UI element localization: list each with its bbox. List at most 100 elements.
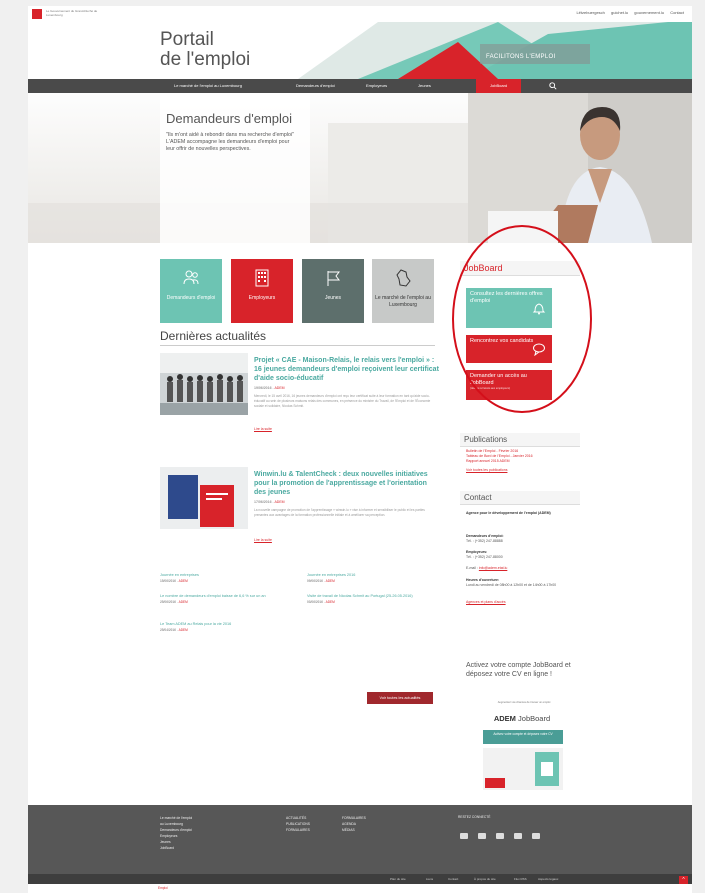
contact-employers: Employeurs: Tél. : (+352) 247-88000 xyxy=(466,550,581,560)
footer-col-1: Le marché de l'emploi au Luxembourg Dema… xyxy=(160,815,192,851)
contact-email: E-mail : info@adem.etat.lu xyxy=(466,566,581,571)
bottom-logo[interactable]: Emploi xyxy=(158,886,168,890)
publications-title: Publications xyxy=(460,433,580,447)
agencies-link[interactable]: Agences et plans d'accès xyxy=(466,600,506,604)
main-nav: Le marché de l'emploi au Luxembourg Dema… xyxy=(28,79,692,93)
tile-employeurs[interactable]: Employeurs xyxy=(231,259,293,323)
page: Le Gouvernement du Grand-Duché de Luxemb… xyxy=(28,6,692,893)
article-body: La nouvelle campagne de promotion de l'a… xyxy=(254,508,425,517)
news-item-date: 25/06/2016 - ADEM xyxy=(160,600,188,604)
contact-email-link[interactable]: info@adem.etat.lu xyxy=(479,566,507,570)
contact-agency-name: Agence pour le développement de l'emploi… xyxy=(466,511,551,515)
highlight-circle xyxy=(452,225,592,413)
rss-icon[interactable] xyxy=(532,833,540,839)
article-tag[interactable]: ADEM xyxy=(274,386,284,390)
linkedin-icon[interactable] xyxy=(514,833,522,839)
nav-item-demandeurs[interactable]: Demandeurs d'emploi xyxy=(296,79,335,93)
hero-panel: Demandeurs d'emploi "Ils m'ont aidé à re… xyxy=(160,93,310,243)
top-link-gouvernement[interactable]: gouvernement.lu xyxy=(634,10,664,15)
publication-link[interactable]: Rapport annuel 2015 ADEM xyxy=(466,459,581,464)
header-tagline: FACILITONS L'EMPLOI xyxy=(486,54,556,60)
tile-label: Jeunes xyxy=(324,295,342,301)
site-title-line1: Portail xyxy=(160,29,214,50)
hero-banner: Demandeurs d'emploi "Ils m'ont aidé à re… xyxy=(28,93,692,243)
header-decoration xyxy=(298,22,692,79)
article-title-winwin[interactable]: Winwin.lu & TalentCheck : deux nouvelles… xyxy=(254,470,439,497)
top-link-contact[interactable]: Contact xyxy=(670,10,684,15)
search-icon[interactable] xyxy=(549,82,557,90)
facebook-icon[interactable] xyxy=(478,833,486,839)
news-item[interactable]: Journée en entreprises 15/06/2016 - ADEM xyxy=(160,572,280,584)
legal-link[interactable]: Aspects légaux xyxy=(538,877,558,881)
contact-agencies: Agences et plans d'accès xyxy=(466,600,581,605)
nav-item-jobboard[interactable]: JobBoard xyxy=(476,79,522,93)
article-date-value: 19/06/2016 xyxy=(254,386,272,390)
hero-text: "Ils m'ont aidé à rebondir dans ma reche… xyxy=(166,132,294,152)
government-name: Le Gouvernement du Grand-Duché de Luxemb… xyxy=(46,9,98,17)
article-body: Mercredi, le 15 avril 2016, 16 jeunes de… xyxy=(254,394,431,408)
site-footer: Le marché de l'emploi au Luxembourg Dema… xyxy=(28,805,692,874)
news-item-tag[interactable]: ADEM xyxy=(326,600,335,604)
news-item-tag[interactable]: ADEM xyxy=(179,579,188,583)
nav-item-jeunes[interactable]: Jeunes xyxy=(418,79,431,93)
article-photo-winwin[interactable] xyxy=(160,467,248,529)
article-title-cae[interactable]: Projet « CAE - Maison-Relais, le relais … xyxy=(254,356,439,383)
read-more-link[interactable]: Lire la suite xyxy=(254,538,272,542)
top-link-letzebuergesch[interactable]: Lëtzebuergesch xyxy=(576,10,604,15)
news-item-tag[interactable]: ADEM xyxy=(179,628,188,632)
news-item[interactable]: Journée en entreprises 2016 09/06/2016 -… xyxy=(307,572,427,584)
article-date: 17/06/2016 - ADEM xyxy=(254,500,285,504)
article-date-value: 17/06/2016 xyxy=(254,500,272,504)
tile-marche[interactable]: Le marché de l'emploi au Luxembourg xyxy=(372,259,434,323)
adem-jobboard-logo[interactable]: ADEM JobBoard xyxy=(474,714,570,723)
twitter-icon[interactable] xyxy=(460,833,468,839)
site-title[interactable]: Portail de l'emploi xyxy=(160,30,250,70)
logo-rest: JobBoard xyxy=(518,714,551,723)
nav-item-employeurs[interactable]: Employeurs xyxy=(366,79,387,93)
news-item-date-value: 15/06/2016 xyxy=(160,579,176,583)
tile-jeunes[interactable]: Jeunes xyxy=(302,259,364,323)
news-item-tag[interactable]: ADEM xyxy=(326,579,335,583)
follow-title: RESTEZ CONNECTÉ xyxy=(458,815,491,819)
footer-link[interactable]: FORMULAIRES xyxy=(286,827,310,833)
promo-title[interactable]: Activez votre compte JobBoard et déposez… xyxy=(466,661,578,679)
top-link-guichet[interactable]: guichet.lu xyxy=(611,10,628,15)
news-item[interactable]: Le nombre de demandeurs d'emploi baisse … xyxy=(160,593,280,605)
news-item-tag[interactable]: ADEM xyxy=(179,600,188,604)
tile-label: Employeurs xyxy=(248,295,276,301)
tile-demandeurs[interactable]: Demandeurs d'emploi xyxy=(160,259,222,323)
legal-link[interactable]: Contact xyxy=(448,877,458,881)
read-more-link[interactable]: Lire la suite xyxy=(254,427,272,431)
legal-link[interactable]: Plan du site xyxy=(390,877,406,881)
youtube-icon[interactable] xyxy=(496,833,504,839)
legal-link[interactable]: Flux RSS xyxy=(514,877,527,881)
government-logo-icon[interactable] xyxy=(32,9,42,19)
article-photo-cae[interactable] xyxy=(160,353,248,415)
contact-label: E-mail : xyxy=(466,566,478,570)
contact-label: Demandeurs d'emploi: xyxy=(466,534,504,538)
footer-link[interactable]: MÉDIAS xyxy=(342,827,366,833)
news-item-date: 09/06/2016 - ADEM xyxy=(307,579,335,583)
tile-label: Demandeurs d'emploi xyxy=(166,295,216,301)
nav-item-marche[interactable]: Le marché de l'emploi au Luxembourg xyxy=(174,79,242,93)
site-header: Portail de l'emploi FACILITONS L'EMPLOI xyxy=(28,22,692,79)
footer-col-3: FORMULAIRES AGENDA MÉDIAS xyxy=(342,815,366,833)
all-publications-link[interactable]: Voir toutes les publications xyxy=(466,468,581,473)
news-item-date-value: 25/06/2016 xyxy=(160,600,176,604)
all-news-button[interactable]: Voir toutes les actualités xyxy=(367,692,433,704)
promo-job-image[interactable] xyxy=(483,748,563,790)
legal-link[interactable]: Liens xyxy=(426,877,433,881)
contact-label: Heures d'ouverture: xyxy=(466,578,500,582)
news-item-date-value: 25/04/2016 xyxy=(160,628,176,632)
footer-link[interactable]: JobBoard xyxy=(160,845,192,851)
article-tag[interactable]: ADEM xyxy=(274,500,284,504)
news-item[interactable]: Visite de travail de Nicolas Schmit au P… xyxy=(307,593,427,605)
contact-phone: Tél. : (+352) 247-88000 xyxy=(466,555,503,559)
tile-label: Le marché de l'emploi au Luxembourg xyxy=(375,295,431,308)
government-bar: Le Gouvernement du Grand-Duché de Luxemb… xyxy=(28,6,692,23)
promo-band[interactable]: Activez votre compte et déposez votre CV xyxy=(483,730,563,744)
legal-link[interactable]: À propos du site xyxy=(474,877,496,881)
people-icon xyxy=(183,270,199,285)
contact-hours-text: Lundi au vendredi de 08h00 à 12h00 et de… xyxy=(466,583,557,587)
news-item[interactable]: Le Team ADEM au Relais pour la vie 2016 … xyxy=(160,621,280,633)
